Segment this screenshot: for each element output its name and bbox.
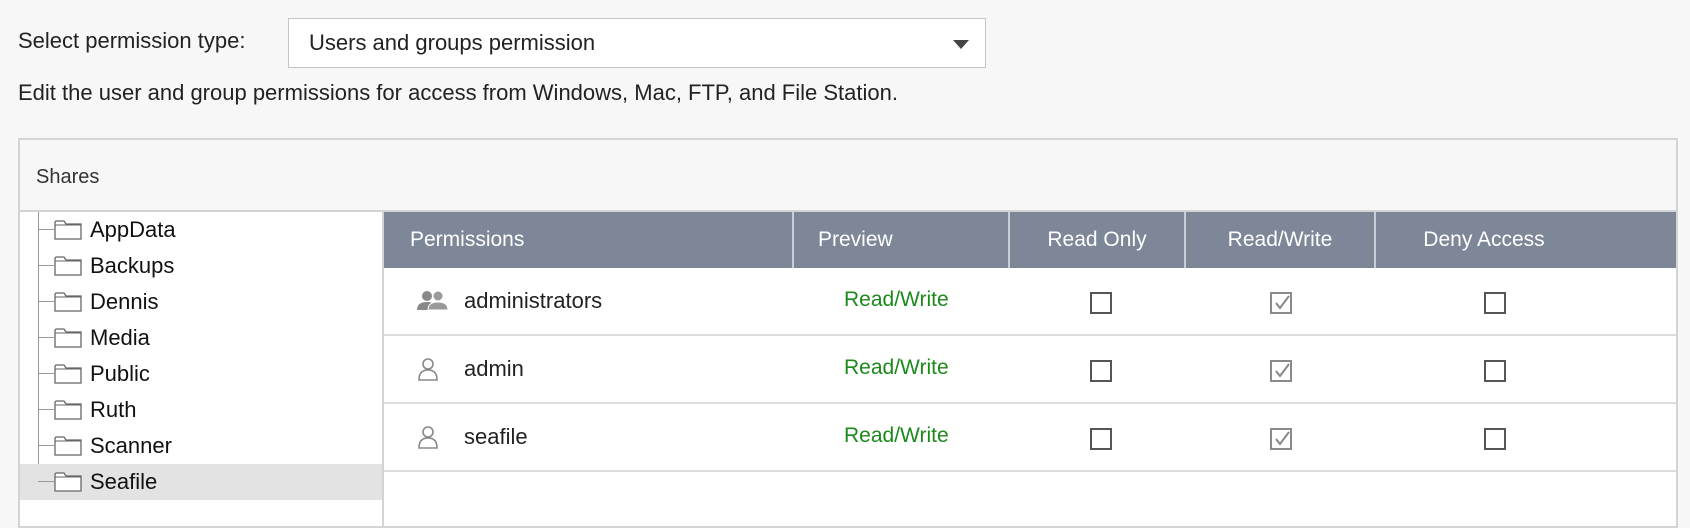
user-group-icon <box>417 290 449 311</box>
folder-icon <box>54 292 82 312</box>
user-icon <box>418 358 438 381</box>
shares-title: Shares <box>36 166 100 188</box>
read-only-checkbox[interactable] <box>1090 428 1112 450</box>
principal-name: seafile <box>464 424 528 449</box>
folder-icon <box>54 400 82 420</box>
permission-type-label: Select permission type: <box>18 28 246 53</box>
folder-icon <box>54 328 82 348</box>
folder-item-ruth[interactable]: Ruth <box>20 392 382 428</box>
tree-branch <box>38 481 54 482</box>
shares-header: Shares <box>20 140 1676 212</box>
chevron-down-icon[interactable] <box>953 40 969 49</box>
preview-value: Read/Write <box>844 356 949 379</box>
column-read-write[interactable]: Read/Write <box>1186 212 1376 268</box>
table-row[interactable]: seafile Read/Write <box>384 404 1676 472</box>
read-write-checkbox[interactable] <box>1270 292 1292 314</box>
principal-name: admin <box>464 356 524 381</box>
read-only-checkbox[interactable] <box>1090 360 1112 382</box>
permission-type-select[interactable]: Users and groups permission <box>288 18 986 68</box>
read-write-checkbox[interactable] <box>1270 428 1292 450</box>
folder-icon <box>54 220 82 240</box>
deny-access-checkbox[interactable] <box>1484 292 1506 314</box>
tree-branch <box>38 265 54 266</box>
folder-label: Media <box>90 325 150 350</box>
folder-icon <box>54 436 82 456</box>
folder-label: Backups <box>90 253 175 278</box>
permissions-grid: Permissions Preview Read Only Read/Write… <box>384 212 1676 526</box>
permission-description: Edit the user and group permissions for … <box>18 80 898 105</box>
table-row[interactable]: administrators Read/Write <box>384 268 1676 336</box>
tree-branch <box>38 337 54 338</box>
folder-label: Dennis <box>90 289 159 314</box>
folder-item-backups[interactable]: Backups <box>20 248 382 284</box>
preview-value: Read/Write <box>844 424 949 447</box>
tree-branch <box>38 409 54 410</box>
user-icon <box>418 426 438 449</box>
principal-name: administrators <box>464 288 603 313</box>
deny-access-checkbox[interactable] <box>1484 428 1506 450</box>
folder-item-scanner[interactable]: Scanner <box>20 428 382 464</box>
table-row[interactable]: admin Read/Write <box>384 336 1676 404</box>
read-write-checkbox[interactable] <box>1270 360 1292 382</box>
folder-item-media[interactable]: Media <box>20 320 382 356</box>
deny-access-checkbox[interactable] <box>1484 360 1506 382</box>
folder-icon <box>54 472 82 492</box>
folder-label: AppData <box>90 217 176 242</box>
column-preview[interactable]: Preview <box>794 212 1010 268</box>
folder-item-seafile[interactable]: Seafile <box>20 464 382 500</box>
preview-value: Read/Write <box>844 288 949 311</box>
folder-item-public[interactable]: Public <box>20 356 382 392</box>
folder-item-dennis[interactable]: Dennis <box>20 284 382 320</box>
column-read-only[interactable]: Read Only <box>1010 212 1186 268</box>
folder-item-appdata[interactable]: AppData <box>20 212 382 248</box>
folder-icon <box>54 256 82 276</box>
permission-type-value: Users and groups permission <box>309 30 596 55</box>
shares-folder-tree: AppData Backups Dennis Media Public Ruth Scann… <box>20 212 384 526</box>
tree-branch <box>38 445 54 446</box>
column-deny-access[interactable]: Deny Access <box>1376 212 1678 268</box>
folder-label: Seafile <box>90 469 158 494</box>
tree-branch <box>38 301 54 302</box>
tree-branch <box>38 229 54 230</box>
folder-label: Ruth <box>90 397 137 422</box>
shares-panel: Shares AppData Backups Dennis Media Public Ru… <box>18 138 1678 528</box>
folder-label: Public <box>90 361 150 386</box>
tree-branch <box>38 373 54 374</box>
permissions-grid-header: Permissions Preview Read Only Read/Write… <box>384 212 1676 268</box>
read-only-checkbox[interactable] <box>1090 292 1112 314</box>
folder-label: Scanner <box>90 433 172 458</box>
column-permissions[interactable]: Permissions <box>384 212 794 268</box>
folder-icon <box>54 364 82 384</box>
